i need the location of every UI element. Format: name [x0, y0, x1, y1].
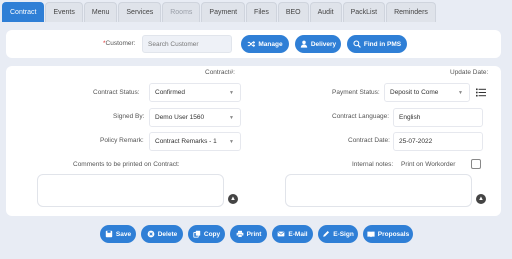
- customer-search-placeholder: Search Customer: [148, 40, 199, 48]
- chevron-down-icon: ▼: [229, 138, 234, 145]
- contract-date-input[interactable]: 25-07-2022: [393, 132, 483, 151]
- tab-beo[interactable]: BEO: [277, 2, 309, 22]
- email-label: E-Mail: [288, 230, 308, 238]
- contract-panel: Contract#: Update Date: Contract Status:…: [6, 66, 501, 216]
- print-icon: [236, 230, 243, 238]
- tab-rooms[interactable]: Rooms: [162, 2, 201, 22]
- copy-icon: [193, 230, 201, 238]
- esign-label: E-Sign: [333, 230, 354, 238]
- print-on-workorder-checkbox[interactable]: [471, 159, 481, 169]
- contract-date-label: Contract Date:: [348, 137, 390, 144]
- email-button[interactable]: E-Mail: [272, 225, 313, 243]
- shuffle-icon: [248, 40, 256, 48]
- tab-services[interactable]: Services: [118, 2, 162, 22]
- find-in-pms-label: Find in PMS: [363, 40, 402, 48]
- copy-label: Copy: [203, 230, 221, 238]
- tab-menu[interactable]: Menu: [83, 2, 118, 22]
- contract-status-select[interactable]: Confirmed ▼: [149, 83, 241, 102]
- contract-number-label: Contract#:: [205, 69, 235, 76]
- chevron-down-icon: ▼: [229, 114, 234, 121]
- expand-up-icon[interactable]: ▲: [228, 194, 238, 204]
- tab-events[interactable]: Events: [45, 2, 83, 22]
- manage-label: Manage: [258, 40, 283, 48]
- tab-payment[interactable]: Payment: [201, 2, 246, 22]
- customer-panel: *Customer: Search Customer Manage Delive…: [6, 30, 501, 58]
- save-button[interactable]: Save: [100, 225, 136, 243]
- contract-language-value: English: [399, 114, 421, 121]
- policy-remark-value: Contract Remarks - 1: [155, 138, 217, 145]
- contract-date-value: 25-07-2022: [399, 138, 433, 145]
- expand-up-icon[interactable]: ▲: [476, 194, 486, 204]
- comments-label: Comments to be printed on Contract:: [73, 161, 180, 168]
- tab-bar: Contract Events Menu Services Rooms Paym…: [2, 2, 436, 22]
- tab-packlist[interactable]: PackList: [342, 2, 386, 22]
- customer-search-input[interactable]: Search Customer: [142, 35, 232, 53]
- customer-label: *Customer:: [103, 40, 136, 47]
- contract-language-select[interactable]: English: [393, 108, 483, 127]
- internal-notes-textarea[interactable]: [285, 174, 472, 207]
- delete-label: Delete: [157, 230, 178, 238]
- internal-notes-label: Internal notes:: [352, 161, 394, 168]
- copy-button[interactable]: Copy: [188, 225, 225, 243]
- delete-button[interactable]: Delete: [141, 225, 183, 243]
- proposals-button[interactable]: Proposals: [363, 225, 413, 243]
- save-label: Save: [115, 230, 132, 238]
- signed-by-label: Signed By:: [113, 113, 145, 120]
- tab-files[interactable]: Files: [246, 2, 277, 22]
- user-icon: [300, 40, 308, 48]
- contract-status-label: Contract Status:: [93, 89, 140, 96]
- find-in-pms-button[interactable]: Find in PMS: [347, 35, 407, 53]
- proposals-icon: [367, 231, 375, 238]
- contract-language-label: Contract Language:: [332, 113, 390, 120]
- delivery-label: Delivery: [310, 40, 337, 48]
- print-label: Print: [246, 230, 262, 238]
- delete-icon: [147, 230, 155, 238]
- proposals-label: Proposals: [377, 230, 410, 238]
- chevron-down-icon: ▼: [229, 89, 234, 96]
- payment-status-label: Payment Status:: [332, 89, 380, 96]
- pen-icon: [323, 230, 330, 237]
- payment-status-select[interactable]: Deposit to Come ▼: [384, 83, 470, 102]
- print-button[interactable]: Print: [230, 225, 267, 243]
- tab-contract[interactable]: Contract: [2, 2, 45, 22]
- chevron-down-icon: ▼: [458, 89, 463, 96]
- list-icon[interactable]: [476, 88, 486, 97]
- search-icon: [353, 40, 361, 48]
- policy-remark-select[interactable]: Contract Remarks - 1 ▼: [149, 132, 241, 151]
- delivery-button[interactable]: Delivery: [295, 35, 341, 53]
- payment-status-value: Deposit to Come: [390, 89, 439, 96]
- manage-button[interactable]: Manage: [241, 35, 289, 53]
- update-date-label: Update Date:: [450, 69, 489, 76]
- contract-status-value: Confirmed: [155, 89, 185, 96]
- save-icon: [105, 230, 113, 238]
- tab-reminders[interactable]: Reminders: [386, 2, 436, 22]
- policy-remark-label: Policy Remark:: [100, 137, 144, 144]
- tab-audit[interactable]: Audit: [309, 2, 342, 22]
- email-icon: [278, 231, 285, 237]
- signed-by-select[interactable]: Demo User 1560 ▼: [149, 108, 241, 127]
- comments-textarea[interactable]: [37, 174, 224, 207]
- customer-label-text: Customer:: [105, 40, 136, 47]
- signed-by-value: Demo User 1560: [155, 114, 205, 121]
- print-on-workorder-label: Print on Workorder: [401, 161, 456, 168]
- esign-button[interactable]: E-Sign: [318, 225, 358, 243]
